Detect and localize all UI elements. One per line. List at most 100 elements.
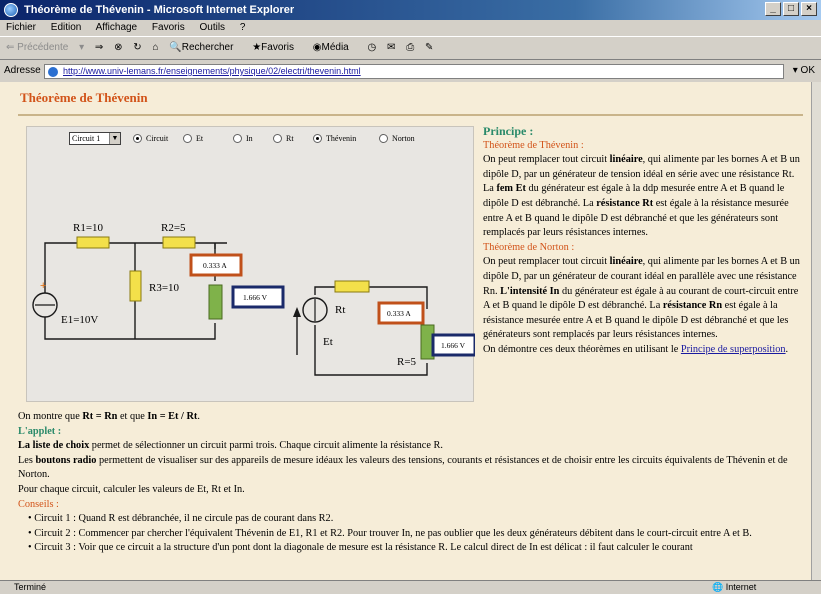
applet-heading: L'applet : [18,425,62,437]
mail-icon[interactable]: ✉ [387,42,395,53]
security-zone: 🌐 Internet [712,582,757,592]
close-icon[interactable]: × [801,2,817,16]
norton-paragraph: On peut remplacer tout circuit linéaire,… [483,255,803,343]
forward-icon[interactable]: ⇒ [95,42,103,53]
label-et: Et [323,336,333,348]
favorites-label: Favoris [261,42,294,53]
status-text: Terminé [14,582,47,592]
back-label: Précédente [17,42,69,53]
maximize-icon[interactable]: □ [783,2,799,16]
list-item: Circuit 3 : Voir que ce circuit a la str… [28,541,803,556]
resistor-load [208,284,223,320]
window-controls: _ □ × [765,2,817,16]
menu-favoris[interactable]: Favoris [152,22,185,33]
status-bar: Terminé 🌐 Internet [0,580,821,594]
java-applet[interactable]: Circuit 1 ▼ Circuit Et In Rt Thévenin No… [26,126,475,402]
label-rt: Rt [335,304,345,316]
home-icon[interactable]: ⌂ [152,42,158,53]
text-bold: linéaire [609,256,643,268]
applet-explanation: On montre que Rt = Rn et que In = Et / R… [18,410,803,556]
text-bold: In = Et / Rt [147,411,198,422]
svg-text:+: + [40,280,46,292]
ammeter-2-value: 0.333 A [387,309,411,318]
browser-window: Théorème de Thévenin - Microsoft Interne… [0,0,821,594]
text: permettent de visualiser sur des apparei… [18,454,788,481]
menu-fichier[interactable]: Fichier [6,22,36,33]
go-button[interactable]: ▾ OK [793,61,815,81]
thevenin-paragraph: On peut remplacer tout circuit linéaire,… [483,153,803,241]
page-icon [48,67,58,77]
conseils-heading: Conseils : [18,498,59,510]
refresh-icon[interactable]: ↻ [133,42,141,53]
stop-icon[interactable]: ⊗ [114,42,122,53]
page-title: Théorème de Thévenin [20,90,148,105]
calc-paragraph: Pour chaque circuit, calculer les valeur… [18,483,245,495]
label-r: R=5 [397,356,417,368]
norton-subtitle: Théorème de Norton : [483,241,575,253]
menu-help[interactable]: ? [240,22,246,33]
text-bold: Rt = Rn [82,411,118,422]
menu-outils[interactable]: Outils [199,22,225,33]
address-bar: Adresse http://www.univ-lemans.fr/enseig… [0,61,821,81]
circuit-diagram: + 0.333 A 1.666 V 0.333 A 1.666 V R1=10 … [32,222,475,376]
resistor-r1 [76,236,110,249]
go-label: OK [800,65,815,76]
address-input[interactable]: http://www.univ-lemans.fr/enseignements/… [44,64,784,79]
print-icon[interactable]: ⎙ [406,42,414,53]
page-content: Théorème de Thévenin Circuit 1 ▼ Circuit… [0,82,811,580]
title-bar: Théorème de Thévenin - Microsoft Interne… [0,0,821,20]
text: Les [18,454,36,466]
minimize-icon[interactable]: _ [765,2,781,16]
text: . [785,343,789,355]
menu-affichage[interactable]: Affichage [96,22,138,33]
ammeter-1-value: 0.333 A [203,261,227,270]
label-r1: R1=10 [73,222,104,234]
tips-list: Circuit 1 : Quand R est débranchée, il n… [18,512,803,556]
window-title: Théorème de Thévenin - Microsoft Interne… [24,4,295,16]
text-bold: linéaire [609,154,643,166]
favorites-button[interactable]: ★Favoris [252,42,302,53]
principe-heading: Principe : [483,124,534,138]
resistor-r3 [129,270,142,302]
radio-paragraph: Les boutons radio permettent de visualis… [18,454,803,483]
media-button[interactable]: ◉Média [313,42,357,53]
principe-section: Principe : Théorème de Thévenin : On peu… [483,124,803,358]
text-bold: résistance Rn [662,300,723,312]
demo-paragraph: On démontre ces deux théorèmes en utilis… [483,343,803,358]
resistor-r2 [162,236,196,249]
text: On montre que [18,411,83,422]
superposition-link[interactable]: Principe de superposition [681,344,786,355]
voltmeter-2-value: 1.666 V [441,341,466,350]
back-button[interactable]: ⇐ Précédente ▾ [6,42,84,53]
label-r2: R2=5 [161,222,186,234]
media-label: Média [321,42,349,53]
text: On peut remplacer tout circuit [483,154,610,166]
toolbar: ⇐ Précédente ▾ ⇒ ⊗ ↻ ⌂ 🔍Rechercher ★Favo… [0,36,821,60]
history-icon[interactable]: ◷ [368,42,377,53]
list-item: Circuit 1 : Quand R est débranchée, il n… [28,512,803,527]
text: . [197,411,200,422]
text: permet de sélectionner un circuit parmi … [89,440,443,452]
select-paragraph: La liste de choix permet de sélectionner… [18,439,803,454]
text-bold: fem Et [496,183,526,195]
zone-label: Internet [725,582,757,592]
text-bold: résistance Rt [596,197,654,209]
text: On démontre ces deux théorèmes en utilis… [483,343,681,355]
list-item: Circuit 2 : Commencer par chercher l'équ… [28,527,803,542]
text-bold: L'intensité In [500,285,560,297]
vertical-scrollbar[interactable] [811,82,821,580]
address-url: http://www.univ-lemans.fr/enseignements/… [63,66,361,76]
search-button[interactable]: 🔍Rechercher [169,42,241,53]
divider [18,114,803,116]
voltmeter-1-value: 1.666 V [243,293,268,302]
resistor-rt [334,280,370,293]
thevenin-subtitle: Théorème de Thévenin : [483,139,584,151]
menu-edition[interactable]: Edition [51,22,82,33]
edit-icon[interactable]: ✎ [425,42,433,53]
ie-logo-icon [4,3,18,17]
equation-line: On montre que Rt = Rn et que In = Et / R… [18,410,803,425]
text: et que [117,411,148,422]
text-bold: boutons radio [35,454,97,466]
text-bold: La liste de choix [18,440,90,452]
label-e1: E1=10V [61,314,98,326]
